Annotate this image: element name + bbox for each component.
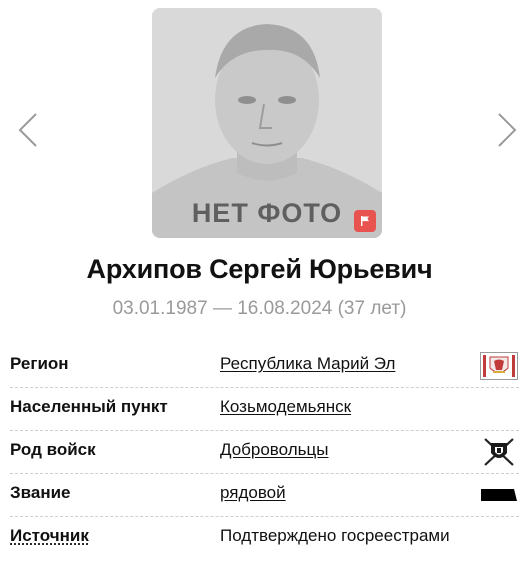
volunteers-emblem-icon [480,438,518,466]
details-table: Регион Республика Марий Эл Населенный пу… [10,345,519,560]
settlement-link[interactable]: Козьмодемьянск [220,397,351,417]
person-name: Архипов Сергей Юрьевич [0,254,519,285]
life-dates: 03.01.1987 — 16.08.2024 (37 лет) [0,298,519,320]
branch-label: Род войск [10,440,96,460]
branch-link[interactable]: Добровольцы [220,440,328,460]
source-value: Подтверждено госреестрами [220,526,450,546]
region-coat-of-arms-icon [480,352,518,380]
detail-row-source: Источник Подтверждено госреестрами [10,517,519,560]
photo-placeholder: НЕТ ФОТО [152,8,382,238]
settlement-label: Населенный пункт [10,397,168,417]
detail-row-branch: Род войск Добровольцы [10,431,519,474]
rank-insignia-icon [480,481,518,509]
detail-row-settlement: Населенный пункт Козьмодемьянск [10,388,519,431]
rank-label: Звание [10,483,71,503]
rank-link[interactable]: рядовой [220,483,286,503]
no-photo-label: НЕТ ФОТО [152,198,382,229]
previous-arrow-icon[interactable] [14,110,44,150]
region-link[interactable]: Республика Марий Эл [220,354,395,374]
next-arrow-icon[interactable] [491,110,519,150]
detail-row-rank: Звание рядовой [10,474,519,517]
detail-row-region: Регион Республика Марий Эл [10,345,519,388]
source-label[interactable]: Источник [10,526,89,546]
report-flag-button[interactable] [354,210,376,232]
region-label: Регион [10,354,69,374]
flag-icon [359,215,371,227]
